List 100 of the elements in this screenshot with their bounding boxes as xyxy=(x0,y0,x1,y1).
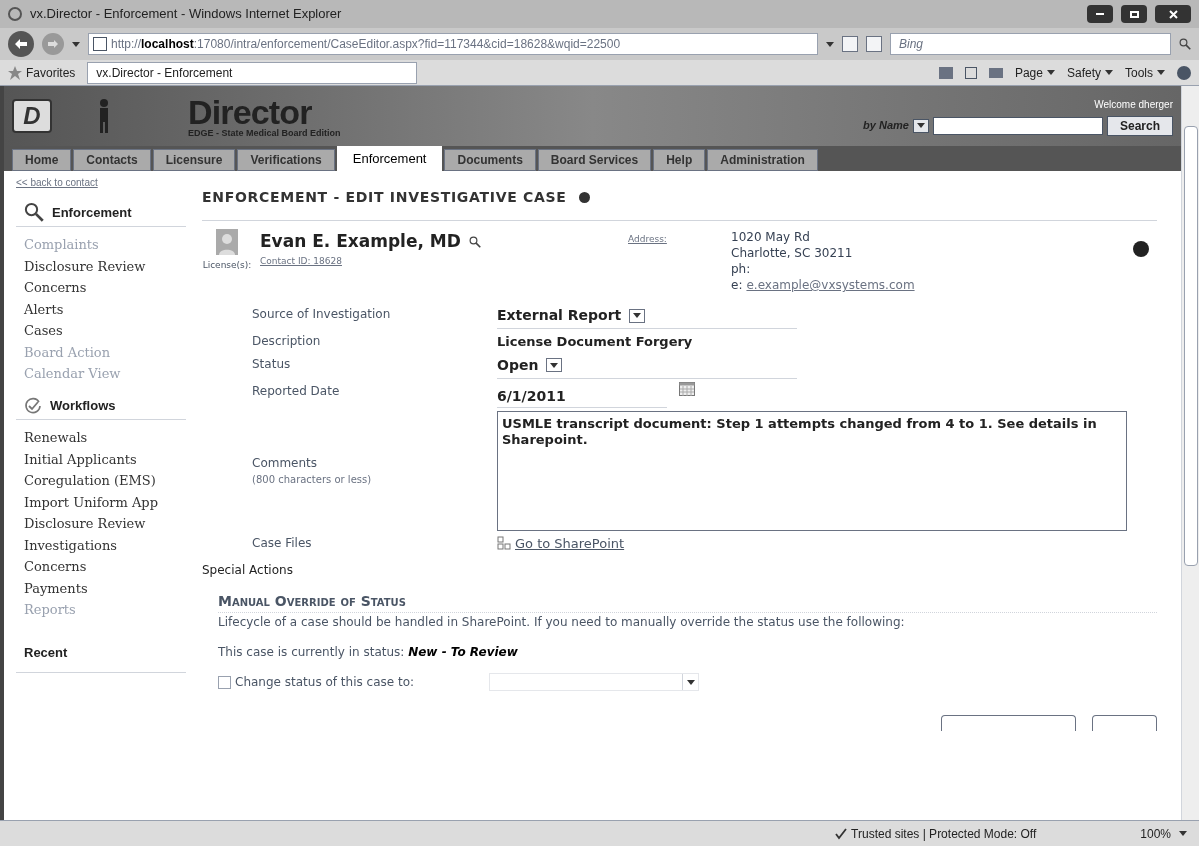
check-circle-icon xyxy=(24,397,42,415)
checkbox-label: Change status of this case to: xyxy=(235,674,416,691)
status-text: This case is currently in status: New - To Review xyxy=(218,644,519,661)
nav-tab[interactable]: Licensure xyxy=(152,149,236,171)
section-heading: Special Actions xyxy=(202,562,294,579)
sidebar-heading: Recent xyxy=(24,644,68,660)
star-icon xyxy=(8,65,22,80)
search-icon xyxy=(1179,38,1191,50)
back-link[interactable]: << back to contact xyxy=(16,175,186,190)
address-line: 1020 May Rd xyxy=(731,229,811,245)
nav-tab[interactable]: Board Services xyxy=(537,149,652,171)
address-caret-icon xyxy=(826,41,834,47)
select-field[interactable]: External Report xyxy=(497,305,797,329)
cancel-button[interactable] xyxy=(1092,715,1157,731)
sidebar-heading: Enforcement xyxy=(52,203,132,222)
description-value: License Document Forgery xyxy=(497,333,693,351)
search-button[interactable]: Search xyxy=(1106,115,1173,136)
sharepoint-link[interactable]: Go to SharePoint xyxy=(515,533,625,553)
subheading: Manual Override of Status xyxy=(218,591,1157,613)
address-field[interactable]: http://localhost:17080/intra/enforcement/CaseEditor.aspx?fid=117344&cid=18628&wqid=22500 xyxy=(88,33,818,55)
sidebar-heading: Workflows xyxy=(50,396,116,415)
nav-tab[interactable]: Enforcement xyxy=(336,146,443,171)
command-menu[interactable]: Tools xyxy=(1125,63,1165,82)
avatar-icon xyxy=(216,229,238,255)
nav-tab[interactable]: Contacts xyxy=(73,149,151,171)
save-button[interactable] xyxy=(941,715,1076,731)
address-link[interactable]: Address: xyxy=(628,233,723,293)
comments-textarea[interactable]: USMLE transcript document: Step 1 attempts changed from 4 to 1. See details in Sharepoint. xyxy=(497,410,1127,531)
sidebar-item[interactable]: Coregulation (EMS) xyxy=(24,471,186,491)
zone-text: Trusted sites | Protected Mode: Off xyxy=(835,824,1037,843)
dropdown-button[interactable] xyxy=(629,308,646,323)
checkbox[interactable] xyxy=(218,675,231,689)
nav-tab[interactable]: Home xyxy=(12,149,72,171)
nav-tab[interactable]: Documents xyxy=(444,149,536,171)
welcome-text: Welcome dherger xyxy=(1094,97,1173,112)
caret-icon xyxy=(686,679,695,685)
zoom-menu[interactable]: 100% xyxy=(1140,824,1187,843)
sharepoint-icon xyxy=(497,536,511,551)
select-field[interactable]: Open xyxy=(497,354,797,379)
contact-id-link[interactable]: Contact ID: 18628 xyxy=(260,254,620,268)
sidebar-item[interactable]: Disclosure Review xyxy=(24,256,186,276)
sidebar-item[interactable]: Alerts xyxy=(24,299,186,319)
license-label: License(s): xyxy=(202,259,252,272)
address-line: Charlotte, SC 30211 xyxy=(731,245,854,261)
sidebar-item[interactable]: Cases xyxy=(24,321,186,341)
sidebar-item[interactable]: Concerns xyxy=(24,278,186,298)
search-icon xyxy=(468,235,481,248)
caret-icon xyxy=(1105,70,1113,75)
nav-tab[interactable]: Help xyxy=(653,149,706,171)
email-link[interactable]: e.example@vxsystems.com xyxy=(746,277,915,293)
minimize-button[interactable] xyxy=(1087,5,1113,23)
favorites-button[interactable]: Favorites xyxy=(8,63,76,82)
caret-icon xyxy=(633,313,642,318)
edition-text: EDGE - State Medical Board Edition xyxy=(188,128,341,138)
app-name: Director xyxy=(188,94,312,129)
nav-tab[interactable]: Verifications xyxy=(237,149,335,171)
caret-icon xyxy=(916,123,925,128)
email-label: e: xyxy=(731,277,743,293)
search-mode: by Name xyxy=(863,118,909,134)
caret-icon xyxy=(550,362,559,368)
sidebar-item[interactable]: Investigations xyxy=(24,535,186,555)
browser-tab[interactable]: vx.Director - Enforcement xyxy=(87,61,418,84)
command-menu[interactable]: Safety xyxy=(1066,63,1113,82)
sidebar-item[interactable]: Initial Applicants xyxy=(24,449,186,469)
logo: D xyxy=(12,99,52,133)
back-button[interactable] xyxy=(8,31,34,57)
calendar-icon[interactable] xyxy=(679,381,695,396)
forward-arrow-icon xyxy=(48,40,58,48)
nav-tab[interactable]: Administration xyxy=(707,149,818,171)
window-title: vx.Director - Enforcement - Windows Internet Explorer xyxy=(30,5,343,24)
header-search-field[interactable] xyxy=(932,116,1103,135)
note-text: Lifecycle of a case should be handled in SharePoint. If you need to manually override the status use the following: xyxy=(218,614,906,631)
contact-name: Evan E. Example, MD xyxy=(260,230,461,253)
search-icon xyxy=(24,202,44,222)
search-field[interactable]: Bing xyxy=(890,33,1171,55)
address-line: ph: xyxy=(731,261,752,277)
field-label: Reported Date xyxy=(252,382,341,400)
sidebar-item[interactable]: Import Uniform App xyxy=(24,492,186,512)
command-menu[interactable]: Page xyxy=(1014,63,1055,82)
page-title: ENFORCEMENT - EDIT INVESTIGATIVE CASE xyxy=(202,188,567,207)
check-icon xyxy=(835,827,848,840)
dropdown-button[interactable] xyxy=(912,118,929,133)
caret-icon xyxy=(1179,831,1187,836)
field-label: Description xyxy=(252,333,322,350)
sidebar-item[interactable]: Payments xyxy=(24,578,186,598)
close-button[interactable] xyxy=(1155,5,1191,23)
field-label: Status xyxy=(252,355,292,373)
sidebar-item[interactable]: Renewals xyxy=(24,428,186,448)
back-arrow-icon xyxy=(15,39,27,49)
field-label: Comments xyxy=(252,455,319,472)
field-hint: (800 characters or less) xyxy=(252,473,373,487)
field-label: Source of Investigation xyxy=(252,306,392,323)
history-caret-icon xyxy=(72,41,80,47)
dropdown-button[interactable] xyxy=(546,358,563,372)
field-label: Case Files xyxy=(252,534,313,552)
maximize-button[interactable] xyxy=(1121,5,1147,23)
scroll-thumb[interactable] xyxy=(1183,126,1198,566)
sidebar-item[interactable]: Concerns xyxy=(24,557,186,577)
sidebar-item[interactable]: Disclosure Review xyxy=(24,514,186,534)
date-field[interactable]: 6/1/2011 xyxy=(497,381,667,408)
